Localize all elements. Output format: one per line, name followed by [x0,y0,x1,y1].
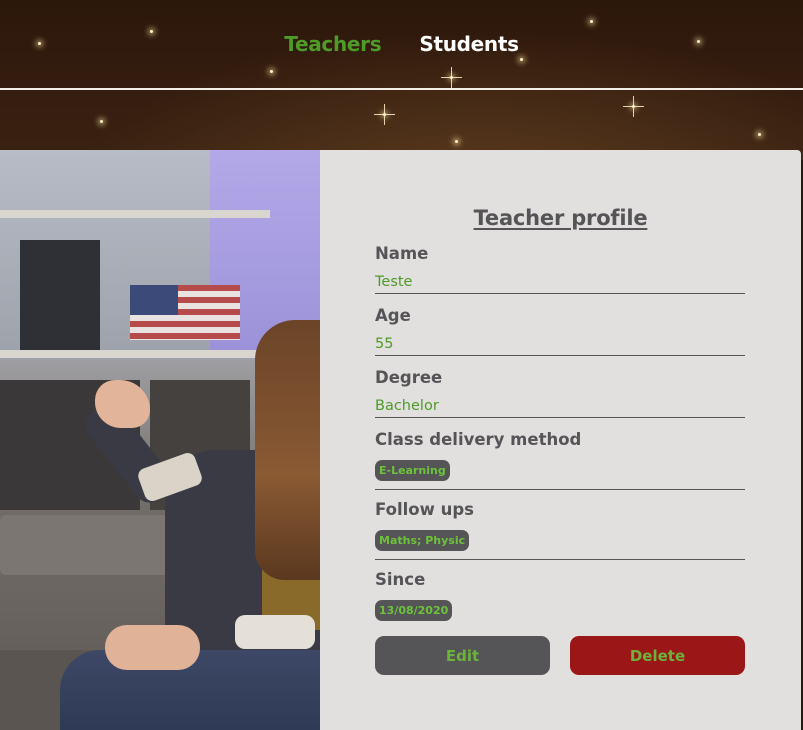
profile-title: Teacher profile [473,206,648,230]
delivery-chip-row: E-Learning [375,459,745,490]
field-label: Age [375,306,411,325]
photo-cuff [235,615,315,649]
delivery-method-chip: E-Learning [375,460,450,481]
field-label: Class delivery method [375,430,582,449]
teacher-photo [0,150,320,730]
star-icon [100,120,103,123]
field-class-delivery: Class delivery method E-Learning [375,429,745,490]
since-date-chip: 13/08/2020 [375,600,453,621]
field-age: Age 55 [375,305,745,356]
field-since: Since 13/08/2020 [375,569,745,629]
photo-hand [95,380,150,428]
star-icon [623,96,644,117]
field-label: Name [375,244,429,263]
photo-hair [255,320,320,580]
teacher-profile-card: Teacher profile Name Teste Age 55 Degree… [320,150,801,730]
star-icon [455,140,458,143]
photo-shelf [0,350,270,358]
degree-value: Bachelor [375,395,745,418]
edit-button[interactable]: Edit [375,636,550,675]
followups-chip-row: Maths; Physic [375,529,745,560]
photo-monitor [20,240,100,350]
field-label: Follow ups [375,500,474,519]
page: Teachers Students Teacher profile Name T… [0,0,803,730]
photo-shelf [0,210,270,218]
top-navigation: Teachers Students [0,0,803,90]
field-degree: Degree Bachelor [375,367,745,418]
followups-chip: Maths; Physic [375,530,470,551]
star-icon [374,104,395,125]
nav-teachers[interactable]: Teachers [284,32,381,56]
name-value: Teste [375,271,745,294]
field-label: Degree [375,368,443,387]
star-icon [758,133,761,136]
field-follow-ups: Follow ups Maths; Physic [375,499,745,560]
since-chip-row: 13/08/2020 [375,599,745,629]
delete-button[interactable]: Delete [570,636,745,675]
photo-flag [130,285,240,340]
photo-hand [105,625,200,670]
field-label: Since [375,570,426,589]
age-value: 55 [375,333,745,356]
nav-students[interactable]: Students [419,32,519,56]
field-name: Name Teste [375,243,745,294]
